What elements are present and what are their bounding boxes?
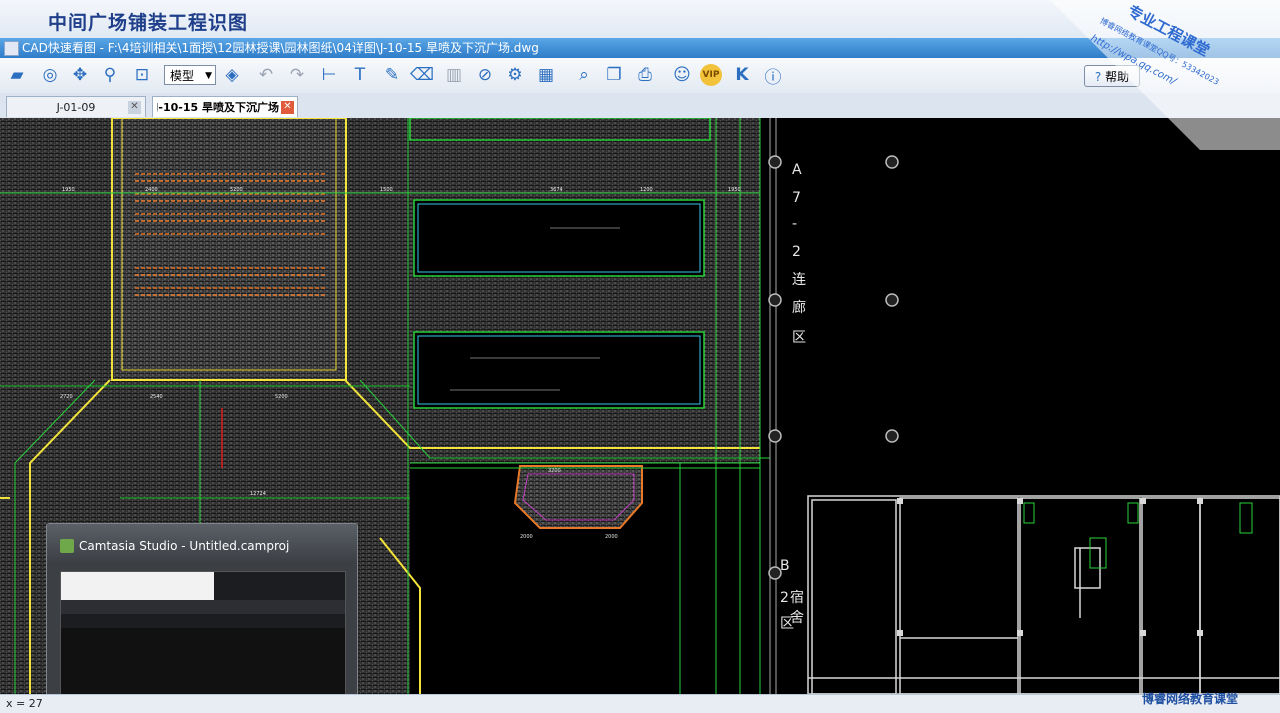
svg-text:1500: 1500 bbox=[380, 187, 393, 193]
measure-icon[interactable]: ⊢ bbox=[317, 63, 341, 87]
svg-text:2: 2 bbox=[792, 244, 801, 260]
view-mode-select[interactable]: 模型 ▼ bbox=[164, 65, 216, 85]
zoom-extents-icon[interactable]: ◎ bbox=[38, 63, 62, 87]
layers-icon[interactable]: ◈ bbox=[220, 63, 244, 87]
recorder-window[interactable]: Camtasia Studio - Untitled.camproj bbox=[46, 523, 358, 707]
text-icon[interactable]: T bbox=[348, 63, 372, 87]
svg-text:连: 连 bbox=[792, 272, 806, 288]
close-icon[interactable]: ✕ bbox=[128, 101, 141, 114]
svg-text:宿: 宿 bbox=[790, 589, 804, 606]
svg-text:B: B bbox=[780, 558, 790, 574]
recorder-title-bar: Camtasia Studio - Untitled.camproj bbox=[47, 524, 357, 564]
tab-label: J-10-15 旱喷及下沉广场 bbox=[157, 101, 279, 114]
window-title: CAD快速看图 - F:\4培训相关\1面授\12园林授课\园林图纸\04详图\… bbox=[22, 41, 539, 55]
svg-text:2400: 2400 bbox=[145, 187, 158, 193]
zoom-icon[interactable]: ⚲ bbox=[98, 63, 122, 87]
central-plaza bbox=[111, 118, 347, 381]
search-icon[interactable]: ⌕ bbox=[572, 63, 596, 87]
svg-text:A: A bbox=[792, 162, 802, 178]
svg-text:区: 区 bbox=[792, 330, 806, 346]
app-icon bbox=[4, 41, 19, 56]
table-icon[interactable]: ▦ bbox=[534, 63, 558, 87]
open-folder-icon[interactable]: ▰ bbox=[5, 63, 29, 87]
svg-text:2000: 2000 bbox=[520, 534, 533, 540]
eraser-icon[interactable]: ⌫ bbox=[410, 63, 434, 87]
brand-logo: 博睿网络教育课堂 bbox=[1142, 692, 1239, 706]
vip-icon[interactable]: VIP bbox=[700, 64, 722, 86]
compare-icon[interactable]: ❐ bbox=[602, 63, 626, 87]
cursor-coordinate: x = 27 bbox=[6, 697, 43, 710]
svg-text:1950: 1950 bbox=[728, 187, 741, 193]
tab-j-01-09[interactable]: J-01-09 ✕ bbox=[6, 96, 146, 117]
info-icon[interactable]: ⓘ bbox=[761, 63, 785, 88]
pen-icon[interactable]: ✎ bbox=[380, 63, 404, 87]
watermark-graphic: 专业工程课堂 博睿网络教育课堂QQ号：53342023 http://wpa.q… bbox=[1050, 0, 1280, 150]
recorder-title: Camtasia Studio - Untitled.camproj bbox=[79, 539, 290, 553]
view-mode-label: 模型 bbox=[170, 69, 195, 83]
svg-text:廊: 廊 bbox=[792, 299, 806, 316]
user-icon[interactable]: ☺ bbox=[670, 63, 694, 87]
svg-text:7: 7 bbox=[792, 190, 801, 206]
status-bar: x = 27 bbox=[0, 694, 1280, 713]
pan-icon[interactable]: ✥ bbox=[68, 63, 92, 87]
hide-icon[interactable]: ⊘ bbox=[473, 63, 497, 87]
sunken-plaza bbox=[513, 465, 643, 529]
svg-text:1950: 1950 bbox=[62, 187, 75, 193]
svg-text:12724: 12724 bbox=[250, 491, 266, 497]
close-icon[interactable]: ✕ bbox=[281, 101, 294, 114]
svg-text:3200: 3200 bbox=[548, 468, 561, 474]
svg-text:5200: 5200 bbox=[230, 187, 243, 193]
svg-text:2: 2 bbox=[780, 590, 789, 606]
camtasia-icon bbox=[60, 539, 74, 553]
settings-icon[interactable]: ⚙ bbox=[503, 63, 527, 87]
svg-text:区: 区 bbox=[780, 616, 794, 632]
svg-text:1200: 1200 bbox=[640, 187, 653, 193]
svg-text:3674: 3674 bbox=[550, 187, 563, 193]
watermark: 专业工程课堂 博睿网络教育课堂QQ号：53342023 http://wpa.q… bbox=[1050, 0, 1280, 150]
undo-icon[interactable]: ↶ bbox=[254, 63, 278, 87]
svg-text:2000: 2000 bbox=[605, 534, 618, 540]
zoom-window-icon[interactable]: ⊡ bbox=[130, 63, 154, 87]
tab-label: J-01-09 bbox=[56, 101, 96, 114]
svg-text:-: - bbox=[792, 216, 797, 232]
trash-icon[interactable]: ▥ bbox=[442, 63, 466, 87]
chevron-down-icon: ▼ bbox=[205, 71, 212, 81]
k-logo-icon[interactable]: K bbox=[730, 63, 754, 87]
tab-j-10-15[interactable]: J-10-15 旱喷及下沉广场 ✕ bbox=[152, 96, 298, 117]
svg-text:2720: 2720 bbox=[60, 394, 73, 400]
redo-icon[interactable]: ↷ bbox=[285, 63, 309, 87]
svg-text:5200: 5200 bbox=[275, 394, 288, 400]
recorder-preview bbox=[60, 571, 346, 697]
course-title: 中间广场铺装工程识图 bbox=[48, 12, 249, 34]
print-icon[interactable]: ⎙ bbox=[633, 63, 657, 87]
svg-text:2540: 2540 bbox=[150, 394, 163, 400]
